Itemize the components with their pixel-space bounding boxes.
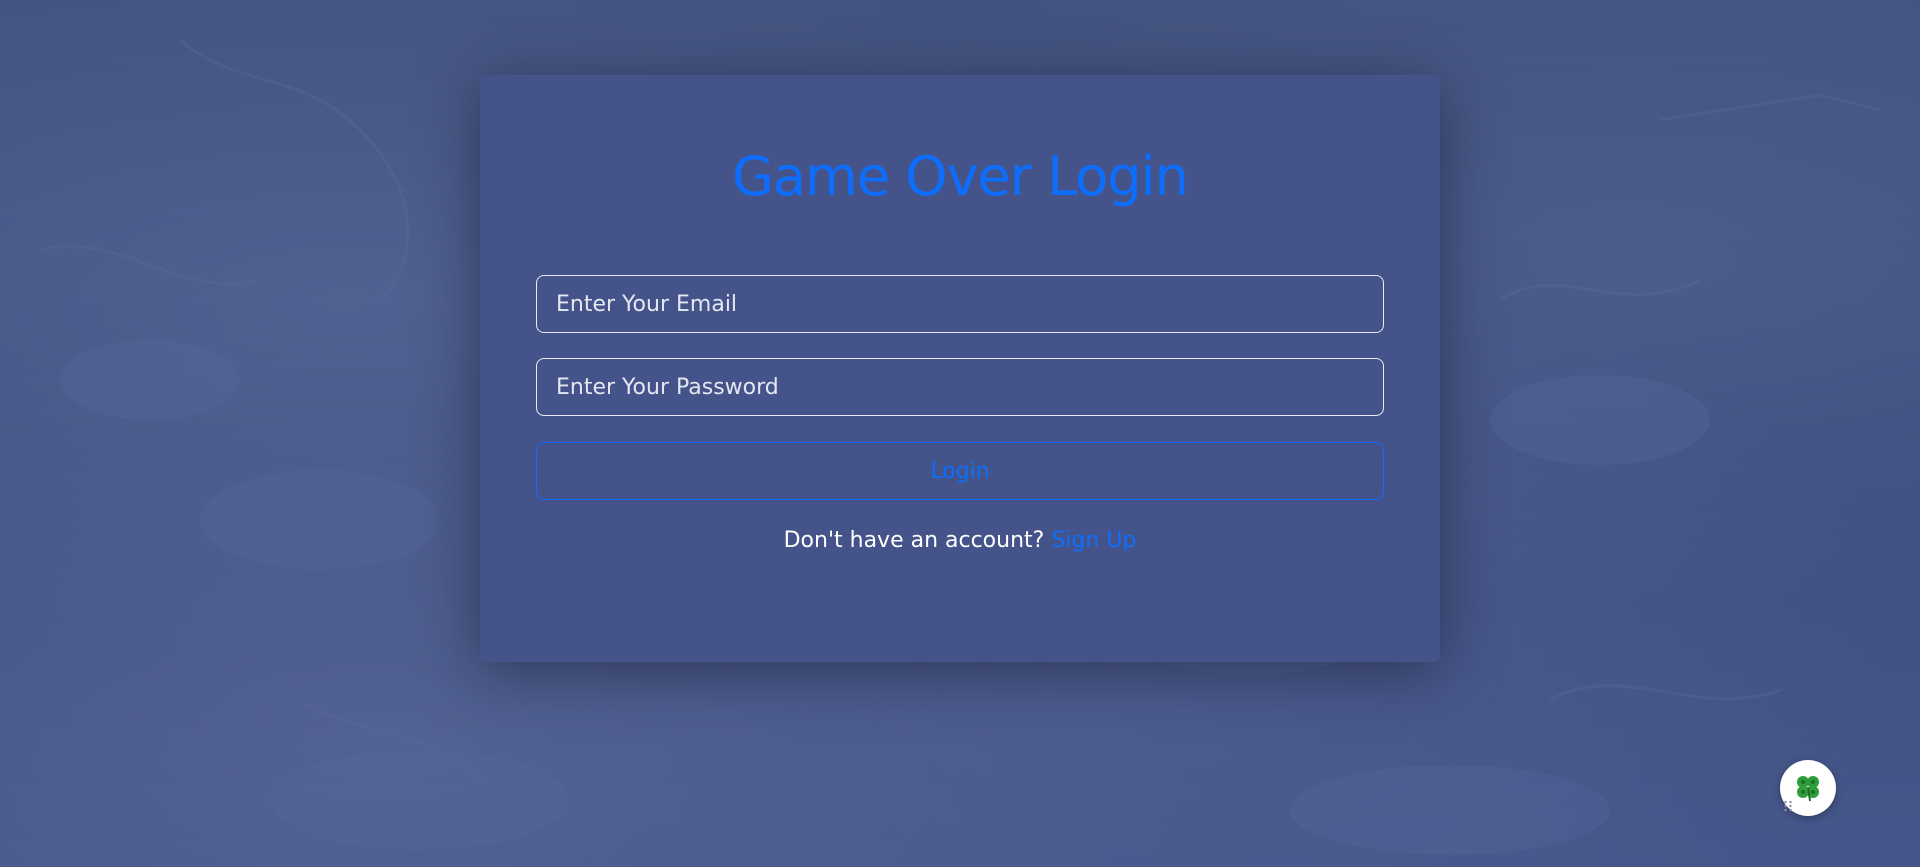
login-button[interactable]: Login bbox=[536, 442, 1384, 500]
clover-icon bbox=[1797, 776, 1819, 802]
signup-link[interactable]: Sign Up bbox=[1051, 528, 1136, 553]
signup-prompt-text: Don't have an account? bbox=[783, 528, 1045, 553]
password-field[interactable] bbox=[536, 358, 1384, 416]
email-field[interactable] bbox=[536, 275, 1384, 333]
page-title: Game Over Login bbox=[732, 145, 1189, 208]
signup-prompt-line: Don't have an account? Sign Up bbox=[0, 528, 1920, 553]
drag-handle-icon[interactable] bbox=[1783, 800, 1793, 812]
